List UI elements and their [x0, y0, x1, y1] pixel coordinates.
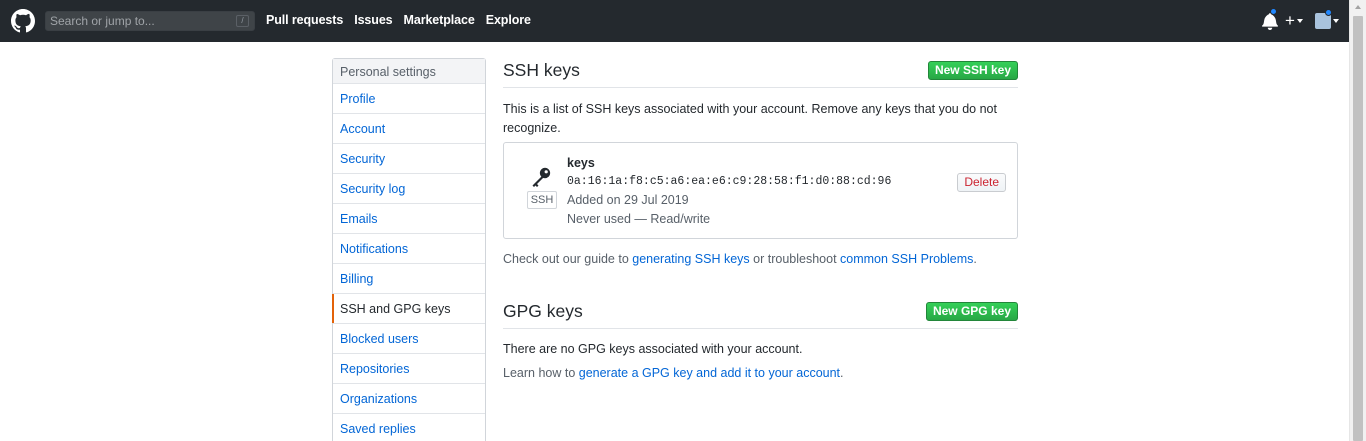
- gpg-section-header: GPG keys New GPG key: [503, 299, 1018, 329]
- search-box[interactable]: /: [45, 11, 255, 31]
- search-shortcut-hint: /: [236, 15, 249, 27]
- ssh-key-fingerprint: 0a:16:1a:f8:c5:a6:ea:e6:c9:28:58:f1:d0:8…: [567, 175, 892, 188]
- sidebar-item-ssh-gpg-keys[interactable]: SSH and GPG keys: [332, 294, 485, 324]
- sidebar-item-account[interactable]: Account: [333, 114, 485, 144]
- sidebar-item-blocked-users[interactable]: Blocked users: [333, 324, 485, 354]
- ssh-key-usage: Never used — Read/write: [567, 212, 711, 226]
- header-nav: Pull requests Issues Marketplace Explore: [266, 13, 531, 27]
- sidebar-item-repositories[interactable]: Repositories: [333, 354, 485, 384]
- sidebar-item-emails[interactable]: Emails: [333, 204, 485, 234]
- new-gpg-key-button[interactable]: New GPG key: [925, 302, 1018, 321]
- avatar-status-dot: [1325, 9, 1332, 16]
- nav-explore[interactable]: Explore: [486, 13, 531, 27]
- ssh-section-header: SSH keys New SSH key: [503, 58, 1018, 88]
- nav-pull-requests[interactable]: Pull requests: [266, 13, 343, 27]
- learn-suffix: .: [840, 366, 844, 380]
- ssh-key-title: keys: [567, 156, 595, 170]
- sidebar-item-saved-replies[interactable]: Saved replies: [333, 414, 485, 441]
- gpg-empty-text: There are no GPG keys associated with yo…: [503, 342, 803, 356]
- sidebar-item-notifications[interactable]: Notifications: [333, 234, 485, 264]
- gpg-learn-text: Learn how to generate a GPG key and add …: [503, 366, 844, 380]
- settings-sidebar: Personal settings Profile Account Securi…: [332, 58, 486, 441]
- sidebar-item-billing[interactable]: Billing: [333, 264, 485, 294]
- nav-issues[interactable]: Issues: [354, 13, 392, 27]
- search-input[interactable]: [50, 13, 230, 29]
- notification-dot: [1270, 8, 1277, 15]
- vertical-scrollbar[interactable]: [1349, 0, 1366, 441]
- delete-ssh-key-button[interactable]: Delete: [957, 173, 1006, 192]
- generate-gpg-key-link[interactable]: generate a GPG key and add it to your ac…: [579, 366, 840, 380]
- ssh-key-item: SSH keys 0a:16:1a:f8:c5:a6:ea:e6:c9:28:5…: [503, 142, 1018, 239]
- bell-icon[interactable]: [1262, 12, 1278, 30]
- guide-middle: or troubleshoot: [749, 252, 841, 266]
- scroll-up-arrow-icon[interactable]: [1355, 5, 1361, 9]
- top-header: / Pull requests Issues Marketplace Explo…: [0, 0, 1349, 42]
- sidebar-item-security-log[interactable]: Security log: [333, 174, 485, 204]
- main-content: SSH keys New SSH key This is a list of S…: [503, 58, 1018, 380]
- ssh-badge: SSH: [527, 191, 557, 209]
- new-ssh-key-button[interactable]: New SSH key: [927, 61, 1018, 80]
- sidebar-item-profile[interactable]: Profile: [333, 84, 485, 114]
- ssh-guide-text: Check out our guide to generating SSH ke…: [503, 252, 977, 266]
- chevron-down-icon: [1297, 19, 1303, 23]
- key-icon: [532, 167, 551, 187]
- ssh-keys-title: SSH keys: [503, 60, 580, 80]
- header-actions: +: [1262, 8, 1342, 32]
- generating-ssh-keys-link[interactable]: generating SSH keys: [632, 252, 749, 266]
- sidebar-header: Personal settings: [333, 59, 485, 84]
- nav-marketplace[interactable]: Marketplace: [404, 13, 475, 27]
- learn-prefix: Learn how to: [503, 366, 579, 380]
- ssh-key-added-date: Added on 29 Jul 2019: [567, 193, 689, 207]
- ssh-intro-text: This is a list of SSH keys associated wi…: [503, 102, 997, 135]
- common-ssh-problems-link[interactable]: common SSH Problems: [840, 252, 973, 266]
- guide-suffix: .: [973, 252, 977, 266]
- sidebar-item-security[interactable]: Security: [333, 144, 485, 174]
- sidebar-item-organizations[interactable]: Organizations: [333, 384, 485, 414]
- github-logo-icon[interactable]: [11, 9, 35, 33]
- chevron-down-icon: [1333, 19, 1339, 23]
- gpg-keys-title: GPG keys: [503, 301, 583, 321]
- scrollbar-thumb[interactable]: [1353, 16, 1363, 441]
- guide-prefix: Check out our guide to: [503, 252, 633, 266]
